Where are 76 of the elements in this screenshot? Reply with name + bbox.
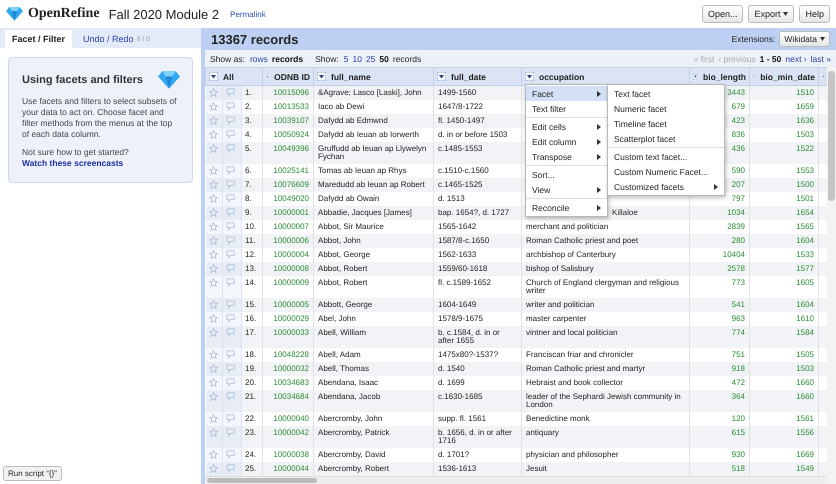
star-icon[interactable] [208,194,218,203]
dropdown-icon[interactable] [525,72,534,81]
extensions-label: Extensions: [731,34,776,44]
star-icon[interactable] [208,364,218,373]
permalink[interactable]: Permalink [230,10,266,18]
dropdown-icon[interactable] [317,72,326,81]
star-icon[interactable] [208,88,218,97]
records-title: 13367 records [211,32,298,46]
page-size-link[interactable]: 25 [366,54,376,64]
star-icon[interactable] [208,428,218,437]
run-script-button[interactable]: Run script “{}” [3,466,62,481]
star-icon[interactable] [208,222,218,231]
view-mode-link[interactable]: records [272,54,304,64]
star-icon[interactable] [208,130,218,139]
extensions-button[interactable]: Wikidata [779,31,830,47]
menu-item[interactable]: Transpose [526,149,607,164]
dropdown-icon[interactable] [693,72,698,81]
star-icon[interactable] [208,250,218,259]
menu-item[interactable]: Edit column [526,134,607,149]
dropdown-icon[interactable] [437,72,446,81]
star-icon[interactable] [208,278,218,287]
menu-item[interactable]: Sort... [526,167,607,182]
pager-link[interactable]: next › [785,54,807,64]
star-icon[interactable] [208,166,218,175]
toolbar-button[interactable]: Help [799,5,830,23]
toolbar-button[interactable]: Export [748,5,794,23]
star-icon[interactable] [208,314,218,323]
star-icon[interactable] [208,236,218,245]
card-text: Use facets and filters to select subsets of your data to act on. Choose facet and filter methods from the menus at the top of each data column. [22,96,178,140]
show-as-label: Show as: [210,54,245,64]
menu-item[interactable]: Facet [526,86,607,101]
card-title: Using facets and filters [22,74,144,86]
vertical-scrollbar[interactable] [827,67,836,484]
toolbar-button[interactable]: Open... [702,5,744,23]
column-header[interactable]: bio_min_date [750,68,818,86]
logo-icon [6,7,23,21]
star-icon[interactable] [208,180,218,189]
star-icon[interactable] [208,378,218,387]
menu-item[interactable]: View [526,182,607,197]
view-mode-link[interactable]: rows [250,54,268,64]
star-icon[interactable] [208,450,218,459]
horizontal-scrollbar[interactable] [205,476,827,484]
pager-link[interactable]: last » [810,54,831,64]
app-logo: OpenRefine [28,6,100,22]
page-size-link[interactable]: 50 [379,54,389,64]
page-range: 1 - 50 [760,54,782,64]
column-header[interactable]: ODNB ID [262,68,314,86]
star-icon[interactable] [208,264,218,273]
screencasts-link[interactable]: Watch these screencasts [22,158,180,168]
star-icon[interactable] [208,116,218,125]
star-icon[interactable] [208,350,218,359]
star-icon[interactable] [208,392,218,401]
records-label: records [392,54,422,64]
column-header[interactable]: full_date [434,68,522,86]
star-icon[interactable] [208,414,218,423]
page-size-link[interactable]: 10 [352,54,362,64]
star-icon[interactable] [208,208,218,217]
star-icon[interactable] [208,300,218,309]
dropdown-icon[interactable] [209,72,218,81]
star-icon[interactable] [208,464,218,473]
column-header[interactable]: full_name [314,68,434,86]
column-header[interactable]: All [206,68,262,86]
gem-icon [158,71,180,89]
star-icon[interactable] [208,144,218,153]
panel-tab[interactable]: Facet / Filter [5,30,72,48]
menu-item[interactable]: Text filter [526,101,607,116]
page-size-link[interactable]: 5 [344,54,348,64]
column-header[interactable]: bio_length [690,68,750,86]
project-name: Fall 2020 Module 2 [108,6,220,22]
card-question: Not sure how to get started? [22,146,130,158]
show-label: Show: [315,54,339,64]
column-header[interactable]: occupation [522,68,690,86]
caret-icon [820,37,825,41]
star-icon[interactable] [208,328,218,337]
star-icon[interactable] [208,102,218,111]
menu-item[interactable]: Edit cells [526,119,607,134]
